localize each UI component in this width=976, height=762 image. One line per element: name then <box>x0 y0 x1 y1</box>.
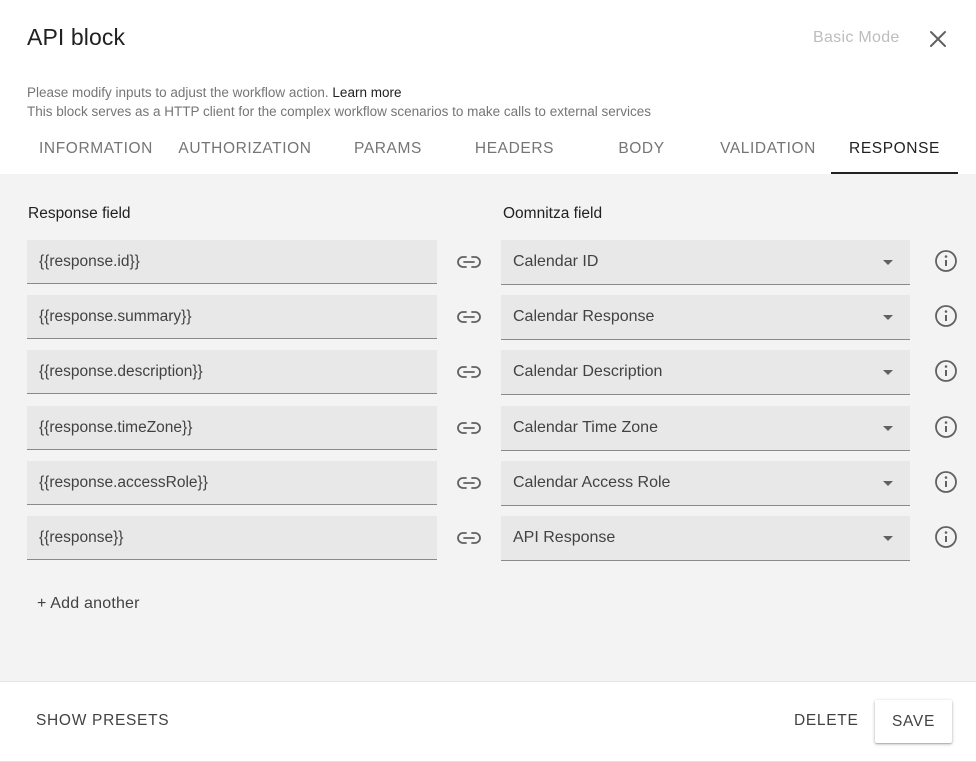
oomnitza-field-value: Calendar Access Role <box>513 474 671 491</box>
oomnitza-field-select[interactable]: Calendar Time Zone <box>501 406 910 451</box>
link-icon <box>456 304 482 330</box>
chevron-down-icon <box>883 370 893 375</box>
tab-information[interactable]: INFORMATION <box>27 124 165 174</box>
oomnitza-field-select[interactable]: Calendar Response <box>501 295 910 340</box>
response-field-header: Response field <box>28 205 131 222</box>
show-presets-button[interactable]: SHOW PRESETS <box>36 712 169 730</box>
add-another-button[interactable]: + Add another <box>37 595 140 613</box>
delete-button[interactable]: DELETE <box>794 712 859 730</box>
response-field-input[interactable]: {{response.id}} <box>27 240 437 284</box>
close-icon <box>930 31 946 47</box>
chevron-down-icon <box>883 481 893 486</box>
response-field-input[interactable]: {{response.summary}} <box>27 295 437 339</box>
link-icon <box>456 415 482 441</box>
chevron-down-icon <box>883 536 893 541</box>
response-field-input[interactable]: {{response.timeZone}} <box>27 406 437 450</box>
subtitle-line-2: This block serves as a HTTP client for t… <box>27 104 651 119</box>
basic-mode-toggle[interactable]: Basic Mode <box>813 29 900 47</box>
oomnitza-field-value: API Response <box>513 529 616 546</box>
tab-headers[interactable]: HEADERS <box>451 124 578 174</box>
dialog-header: API block Basic Mode <box>0 0 976 76</box>
tab-validation[interactable]: VALIDATION <box>705 124 831 174</box>
learn-more-link[interactable]: Learn more <box>332 85 401 100</box>
mapping-row: {{response.id}} Calendar ID <box>0 240 976 285</box>
oomnitza-field-value: Calendar ID <box>513 253 599 270</box>
subtitle-line-1: Please modify inputs to adjust the workf… <box>27 85 329 100</box>
link-icon <box>456 359 482 385</box>
oomnitza-field-value: Calendar Description <box>513 363 663 380</box>
oomnitza-field-select[interactable]: API Response <box>501 516 910 561</box>
chevron-down-icon <box>883 260 893 265</box>
mapping-row: {{response}} API Response <box>0 516 976 561</box>
chevron-down-icon <box>883 315 893 320</box>
oomnitza-field-select[interactable]: Calendar ID <box>501 240 910 285</box>
response-field-input[interactable]: {{response}} <box>27 516 437 560</box>
info-icon[interactable] <box>933 303 959 329</box>
oomnitza-field-value: Calendar Time Zone <box>513 419 658 436</box>
response-field-input[interactable]: {{response.description}} <box>27 350 437 394</box>
link-icon <box>456 249 482 275</box>
info-icon[interactable] <box>933 248 959 274</box>
oomnitza-field-header: Oomnitza field <box>503 205 603 222</box>
dialog-subtitle: Please modify inputs to adjust the workf… <box>27 83 651 121</box>
oomnitza-field-value: Calendar Response <box>513 308 655 325</box>
mapping-row: {{response.accessRole}} Calendar Access … <box>0 461 976 506</box>
response-field-input[interactable]: {{response.accessRole}} <box>27 461 437 505</box>
info-icon[interactable] <box>933 414 959 440</box>
info-icon[interactable] <box>933 358 959 384</box>
save-button[interactable]: SAVE <box>875 700 952 743</box>
tab-authorization[interactable]: AUTHORIZATION <box>165 124 325 174</box>
close-button[interactable] <box>924 25 952 53</box>
mapping-row: {{response.timeZone}} Calendar Time Zone <box>0 406 976 451</box>
mapping-row: {{response.summary}} Calendar Response <box>0 295 976 340</box>
info-icon[interactable] <box>933 469 959 495</box>
dialog-title: API block <box>27 24 126 50</box>
tab-bar: INFORMATION AUTHORIZATION PARAMS HEADERS… <box>0 124 976 174</box>
tab-body[interactable]: BODY <box>578 124 705 174</box>
info-icon[interactable] <box>933 524 959 550</box>
dialog-footer: SHOW PRESETS DELETE SAVE <box>0 681 976 762</box>
oomnitza-field-select[interactable]: Calendar Description <box>501 350 910 395</box>
link-icon <box>456 470 482 496</box>
tab-params[interactable]: PARAMS <box>325 124 451 174</box>
mapping-row: {{response.description}} Calendar Descri… <box>0 350 976 395</box>
oomnitza-field-select[interactable]: Calendar Access Role <box>501 461 910 506</box>
link-icon <box>456 525 482 551</box>
chevron-down-icon <box>883 426 893 431</box>
tab-response[interactable]: RESPONSE <box>831 124 958 174</box>
response-panel: Response field Oomnitza field {{response… <box>0 174 976 681</box>
